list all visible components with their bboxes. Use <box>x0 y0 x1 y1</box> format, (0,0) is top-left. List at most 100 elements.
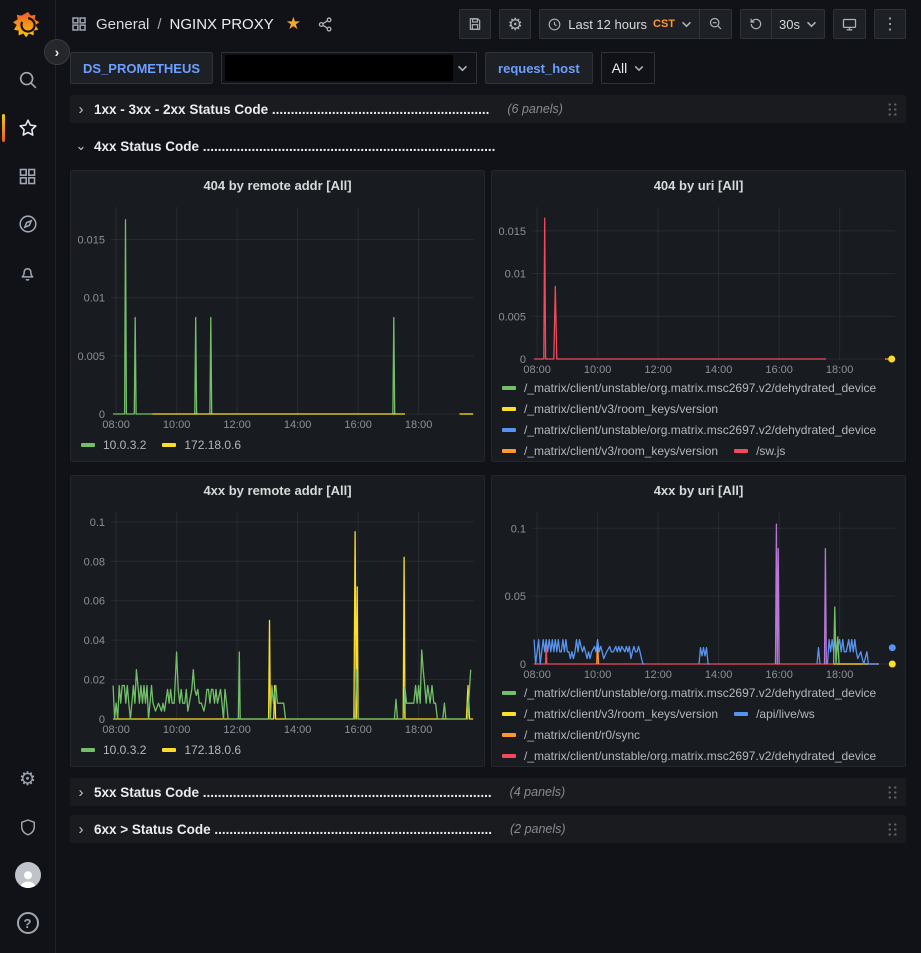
svg-text:14:00: 14:00 <box>705 669 733 681</box>
legend-item[interactable]: /api/live/ws <box>734 703 815 724</box>
sidebar-bottom: ⚙ ? <box>0 755 56 947</box>
svg-text:0: 0 <box>99 714 105 726</box>
chevron-down-icon <box>806 21 817 28</box>
legend-item[interactable]: /_matrix/client/unstable/org.matrix.msc2… <box>502 745 876 766</box>
breadcrumb-dashboard-title[interactable]: NGINX PROXY <box>170 16 274 33</box>
save-dashboard-button[interactable] <box>459 9 491 39</box>
sidebar-item-profile[interactable] <box>0 851 56 899</box>
panel-title[interactable]: 404 by remote addr [All] <box>71 171 484 199</box>
row-4xx[interactable]: ⌄ 4xx Status Code ......................… <box>70 132 906 160</box>
timeseries-chart[interactable]: 08:0010:0012:0014:0016:0018:0000.050.1 <box>492 504 905 682</box>
svg-text:16:00: 16:00 <box>765 669 793 681</box>
dashboard-toolbar: ⚙ Last 12 hours CST <box>459 9 906 39</box>
legend-label: /sw.js <box>756 444 785 458</box>
svg-text:0.005: 0.005 <box>498 311 526 323</box>
legend-item[interactable]: 172.18.0.6 <box>162 739 241 760</box>
row-drag-handle[interactable] <box>887 102 898 117</box>
request-host-variable-select[interactable]: All <box>601 52 656 84</box>
sidebar-item-configuration[interactable]: ⚙ <box>0 755 56 803</box>
chevron-down-icon <box>457 65 468 72</box>
legend-label: 10.0.3.2 <box>103 743 146 757</box>
sidebar-item-alerting[interactable] <box>0 248 56 296</box>
legend-item[interactable]: /_matrix/client/unstable/org.matrix.msc2… <box>502 419 876 440</box>
legend-item[interactable]: 10.0.3.2 <box>81 434 146 455</box>
datasource-variable-label[interactable]: DS_PROMETHEUS <box>70 52 213 84</box>
sidebar-item-server-admin[interactable] <box>0 803 56 851</box>
sidebar-item-explore[interactable] <box>0 200 56 248</box>
panel-grid: 404 by remote addr [All] 08:00 10:00 12:00… <box>70 170 906 767</box>
zoom-out-time-button[interactable] <box>700 9 732 39</box>
legend-item[interactable]: /_matrix/client/v3/room_keys/version <box>502 398 718 419</box>
sidebar-item-help[interactable]: ? <box>0 899 56 947</box>
svg-text:12:00: 12:00 <box>644 364 672 376</box>
dashboard-settings-button[interactable]: ⚙ <box>499 9 531 39</box>
legend-swatch <box>502 407 516 411</box>
dashboard-body: › 1xx - 3xx - 2xx Status Code ..........… <box>56 88 921 843</box>
row-drag-handle[interactable] <box>887 785 898 800</box>
sidebar-item-dashboards[interactable] <box>0 152 56 200</box>
legend-label: /_matrix/client/v3/room_keys/version <box>524 402 718 416</box>
legend-item[interactable]: /_matrix/client/v3/room_keys/version <box>502 703 718 724</box>
legend-item[interactable]: /_matrix/client/v3/room_keys/version <box>502 440 718 461</box>
sidebar-item-search[interactable] <box>0 56 56 104</box>
grafana-app: ⚙ ? › Genera <box>0 0 921 953</box>
legend-label: /_matrix/client/unstable/org.matrix.msc2… <box>524 686 876 700</box>
row-title: 6xx > Status Code ......................… <box>94 822 492 837</box>
legend-item[interactable]: /_matrix/client/unstable/org.matrix.msc2… <box>502 377 876 398</box>
legend-item[interactable]: 172.18.0.6 <box>162 434 241 455</box>
refresh-button[interactable] <box>740 9 772 39</box>
row-5xx[interactable]: › 5xx Status Code ......................… <box>70 778 906 806</box>
timeseries-chart[interactable]: 08:0010:0012:0014:0016:0018:0000.0050.01… <box>492 199 905 377</box>
panel-title[interactable]: 4xx by remote addr [All] <box>71 476 484 504</box>
row-6xx[interactable]: › 6xx > Status Code ....................… <box>70 815 906 843</box>
expand-sidebar-button[interactable]: › <box>44 39 70 65</box>
chart-legend: /_matrix/client/unstable/org.matrix.msc2… <box>492 377 905 461</box>
svg-text:0: 0 <box>99 409 105 421</box>
zoom-out-icon <box>708 16 724 32</box>
breadcrumb-folder[interactable]: General <box>96 16 149 33</box>
favorite-star-icon[interactable]: ★ <box>286 14 301 34</box>
svg-text:14:00: 14:00 <box>705 364 733 376</box>
datasource-variable-select[interactable] <box>221 52 477 84</box>
panel-title[interactable]: 4xx by uri [All] <box>492 476 905 504</box>
refresh-interval-picker[interactable]: 30s <box>772 9 825 39</box>
legend-item[interactable]: /_matrix/client/unstable/org.matrix.msc2… <box>502 682 876 703</box>
save-icon <box>467 16 483 32</box>
legend-item[interactable]: /sw.js <box>734 440 785 461</box>
share-icon[interactable] <box>317 16 334 33</box>
svg-text:10:00: 10:00 <box>584 669 612 681</box>
grafana-logo-icon[interactable] <box>11 8 45 42</box>
legend-swatch <box>502 449 516 453</box>
tv-mode-button[interactable] <box>833 9 866 39</box>
row-drag-handle[interactable] <box>887 822 898 837</box>
dashboard-grid-icon <box>70 15 88 33</box>
row-1xx-3xx-2xx[interactable]: › 1xx - 3xx - 2xx Status Code ..........… <box>70 95 906 123</box>
svg-text:12:00: 12:00 <box>223 419 251 431</box>
request-host-variable-label[interactable]: request_host <box>485 52 593 84</box>
legend-swatch <box>502 691 516 695</box>
svg-text:18:00: 18:00 <box>826 669 854 681</box>
panel-404-by-uri: 404 by uri [All] 08:0010:0012:0014:0016:… <box>491 170 906 462</box>
legend-swatch <box>162 748 176 752</box>
legend-item[interactable]: 10.0.3.2 <box>81 739 146 760</box>
legend-item[interactable]: /_matrix/client/r0/sync <box>502 724 640 745</box>
svg-text:18:00: 18:00 <box>405 724 433 736</box>
timeseries-chart[interactable]: 08:0010:0012:0014:0016:0018:0000.020.040… <box>71 504 484 737</box>
star-icon <box>17 117 39 139</box>
timeseries-chart[interactable]: 08:0010:0012:0014:0016:0018:0000.0050.01… <box>71 199 484 432</box>
bell-icon <box>17 262 38 283</box>
svg-text:08:00: 08:00 <box>523 364 551 376</box>
row-panel-count: (4 panels) <box>510 785 566 799</box>
time-range-label: Last 12 hours <box>568 17 647 32</box>
svg-text:0.015: 0.015 <box>77 235 105 247</box>
legend-label: /_matrix/client/r0/sync <box>524 728 640 742</box>
svg-text:08:00: 08:00 <box>102 419 130 431</box>
clock-icon <box>547 17 562 32</box>
legend-swatch <box>162 443 176 447</box>
time-range-picker[interactable]: Last 12 hours CST <box>539 9 700 39</box>
sidebar-item-starred[interactable] <box>0 104 56 152</box>
row-title: 1xx - 3xx - 2xx Status Code ............… <box>94 102 489 117</box>
kebab-menu-button[interactable]: ⋮ <box>874 9 906 39</box>
panel-title[interactable]: 404 by uri [All] <box>492 171 905 199</box>
monitor-icon <box>841 16 858 33</box>
